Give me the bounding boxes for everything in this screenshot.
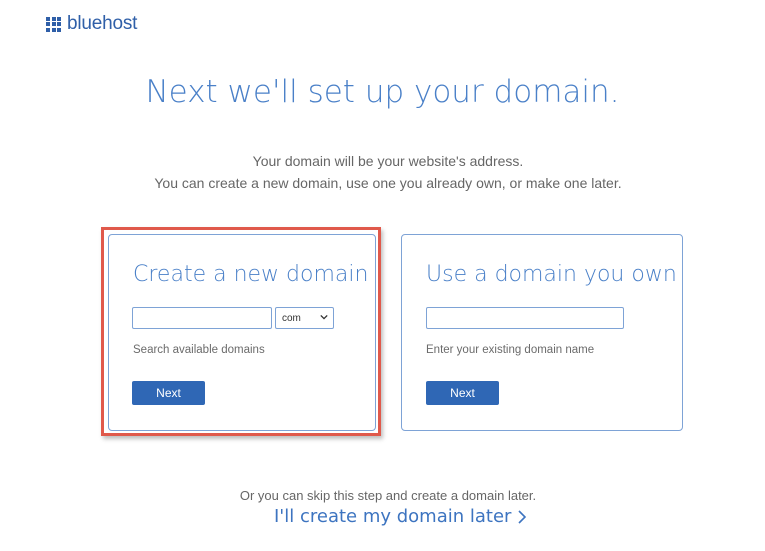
own-domain-next-button[interactable]: Next (426, 381, 499, 405)
logo-grid-icon (46, 16, 61, 32)
create-domain-helper: Search available domains (133, 344, 265, 356)
tld-select[interactable]: com (275, 307, 334, 329)
own-domain-card: Use a domain you own Enter your existing… (401, 234, 683, 431)
create-domain-card: Create a new domain com Search available… (108, 234, 376, 431)
page-subtitle-line2: You can create a new domain, use one you… (154, 175, 622, 191)
own-domain-heading: Use a domain you own (426, 262, 677, 287)
tld-selected-value: com (282, 312, 301, 324)
create-domain-later-link[interactable]: I'll create my domain later (274, 506, 527, 527)
existing-domain-input[interactable] (426, 307, 624, 329)
logo-text: bluehost (67, 13, 138, 34)
create-domain-next-button[interactable]: Next (132, 381, 205, 405)
create-domain-heading: Create a new domain (133, 262, 369, 287)
chevron-down-icon (320, 314, 328, 320)
page-subtitle-line1: Your domain will be your website's addre… (252, 153, 524, 169)
skip-text: Or you can skip this step and create a d… (239, 488, 537, 503)
bluehost-logo[interactable]: bluehost (46, 13, 137, 35)
create-domain-later-label: I'll create my domain later (274, 506, 512, 527)
own-domain-helper: Enter your existing domain name (426, 344, 595, 356)
chevron-right-icon (518, 509, 527, 524)
new-domain-input[interactable] (132, 307, 272, 329)
page-title: Next we'll set up your domain. (145, 74, 620, 110)
